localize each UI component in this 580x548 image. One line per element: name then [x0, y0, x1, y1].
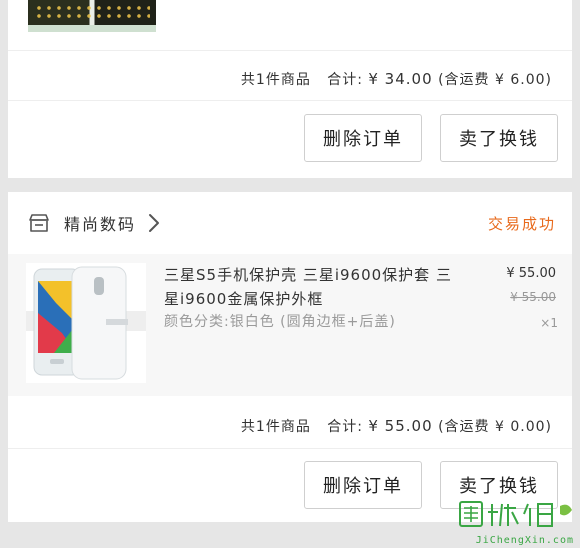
thumbnail-pattern: [34, 4, 150, 20]
order-card-2: 精尚数码 交易成功 三星S5手机保护壳 三星i9600保护套 三星i9600金属…: [8, 192, 572, 522]
item-spec: 颜色分类:银白色 (圆角边框+后盖): [164, 314, 396, 330]
item-original-price: ¥ 55.00: [510, 290, 556, 304]
divider: [8, 448, 572, 449]
divider: [8, 50, 572, 51]
product-thumbnail[interactable]: [28, 0, 156, 32]
shop-icon: [29, 214, 49, 232]
summary-total-label: 合计:: [327, 72, 363, 88]
shop-name[interactable]: 精尚数码: [64, 211, 136, 235]
order-card-1: 共1件商品 合计: ¥ 34.00 (含运费 ¥ 6.00) 删除订单 卖了换钱: [8, 0, 572, 178]
summary-total: ¥ 34.00: [368, 70, 433, 88]
order-summary: 共1件商品 合计: ¥ 34.00 (含运费 ¥ 6.00): [241, 69, 552, 89]
order-status: 交易成功: [487, 215, 556, 233]
item-quantity: ×1: [540, 316, 558, 330]
order-item[interactable]: 三星S5手机保护壳 三星i9600保护套 三星i9600金属保护外框 颜色分类:…: [8, 254, 572, 396]
shop-header[interactable]: 精尚数码 交易成功: [8, 192, 572, 254]
summary-shipping: (含运费 ¥ 6.00): [438, 72, 552, 88]
summary-total-label: 合计:: [327, 419, 363, 435]
watermark-text: JiChengXin.com: [475, 535, 574, 546]
thumbnail-bar: [28, 25, 156, 32]
divider: [8, 100, 572, 101]
product-image[interactable]: [26, 263, 146, 383]
item-title[interactable]: 三星S5手机保护壳 三星i9600保护套 三星i9600金属保护外框: [164, 263, 464, 311]
chevron-right-icon[interactable]: [148, 213, 160, 233]
phone-product-icon: [26, 266, 146, 380]
delete-order-button[interactable]: 删除订单: [304, 461, 422, 509]
summary-count: 共1件商品: [240, 419, 311, 435]
delete-order-button[interactable]: 删除订单: [304, 114, 422, 162]
order-summary: 共1件商品 合计: ¥ 55.00 (含运费 ¥ 0.00): [241, 416, 552, 436]
summary-count: 共1件商品: [240, 72, 311, 88]
summary-total: ¥ 55.00: [368, 417, 433, 435]
summary-shipping: (含运费 ¥ 0.00): [438, 419, 552, 435]
item-price: ¥ 55.00: [506, 266, 556, 281]
sell-button[interactable]: 卖了换钱: [440, 114, 558, 162]
